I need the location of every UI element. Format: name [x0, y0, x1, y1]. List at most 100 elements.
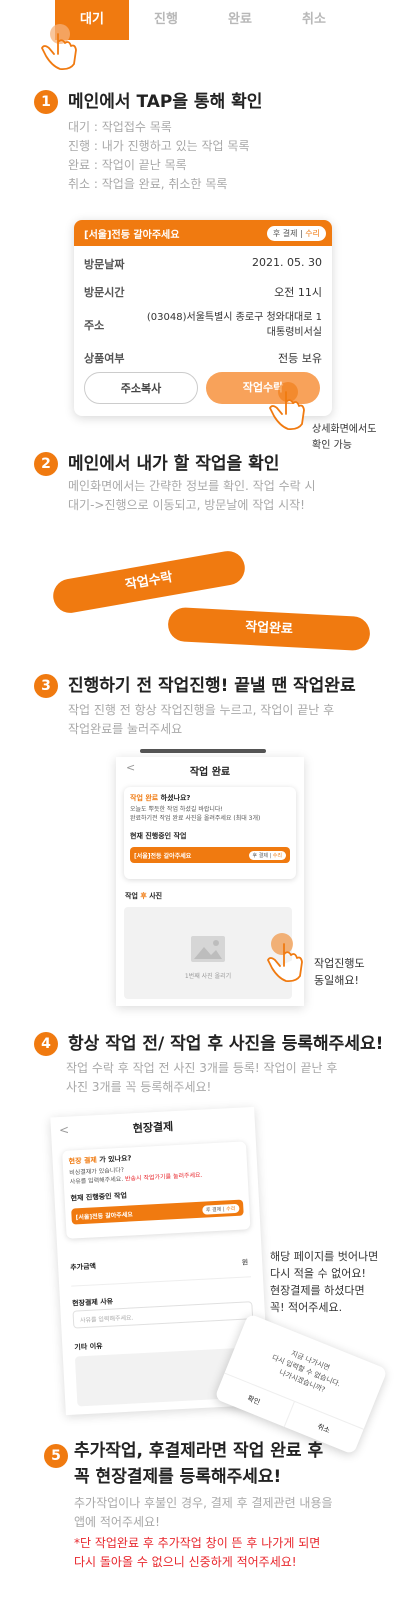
- complete-subtext: 오늘도 뿌듯한 작업 하셨길 바랍니다!: [130, 806, 223, 813]
- tab-cancel[interactable]: 취소: [277, 0, 351, 40]
- row-value: 2021. 05. 30: [252, 256, 322, 269]
- current-job-bar[interactable]: [서울]전등 갈아주세요 후 결제 | 수리: [130, 847, 290, 863]
- tap-hand-icon: [266, 933, 303, 983]
- complete-subtext: 완료하기전 작업 완료 사진을 올려주세요 (최대 3개): [130, 815, 261, 822]
- label-part: 작업: [125, 892, 141, 900]
- payment-info-card: 현장 결제 가 있나요? 비싱결재가 있습니다? 사유를 입력해주세요. 반송시…: [62, 1141, 251, 1239]
- step-4-heading: 4 항상 작업 전/ 작업 후 사진을 등록해주세요!: [34, 1032, 383, 1056]
- address-line: (03048)서울특별시 종로구 청와대대로 1: [146, 312, 322, 323]
- complete-pill: 작업완료: [167, 606, 371, 652]
- screen4-note: 해당 페이지를 벗어나면 다시 적을 수 없어요! 현장결제를 하셨다면 꼭! …: [270, 1248, 378, 1316]
- row-value: 오전 11시: [274, 286, 322, 299]
- tap-hand-icon: [40, 24, 77, 71]
- device-notch: [140, 749, 266, 753]
- step-title: 항상 작업 전/ 작업 후 사진을 등록해주세요!: [68, 1034, 384, 1054]
- badge-payment: 후 결제: [205, 1206, 222, 1214]
- note-line: 확인 가능: [312, 440, 352, 451]
- note-line: 꼭! 적어주세요.: [270, 1301, 343, 1314]
- desc-line: 대기->진행으로 이동되고, 방문날에 작업 시작!: [68, 498, 305, 512]
- current-job-label: 현재 진행중인 작업: [130, 832, 187, 840]
- after-photo-label: 작업 후 사진: [125, 891, 162, 901]
- current-job-bar[interactable]: [서울]전등 갈아주세요 후 결제 | 수리: [71, 1199, 244, 1225]
- row-label: 주소: [84, 319, 105, 332]
- job-card-header: [서울]전등 갈아주세요 후 결제 | 수리: [74, 220, 332, 246]
- step-number: 2: [34, 452, 58, 476]
- badge-type: 수리: [305, 228, 320, 238]
- tab-complete[interactable]: 완료: [203, 0, 277, 40]
- current-job-title: [서울]전등 갈아주세요: [75, 1210, 133, 1221]
- complete-info-card: 작업 완료 하셨나요? 오늘도 뿌듯한 작업 하셨길 바랍니다! 완료하기전 작…: [124, 787, 296, 879]
- screen-title: 작업 완료: [189, 767, 231, 778]
- current-job-title: [서울]전등 갈아주세요: [134, 852, 192, 860]
- tap-hand-icon: [268, 382, 305, 431]
- row-value: (03048)서울특별시 종로구 청와대대로 1 대통령비서실: [147, 310, 322, 340]
- warning-line: *단 작업완료 후 추가작업 창이 뜬 후 나가게 되면: [74, 1536, 321, 1550]
- question-rest: 가 있나요?: [96, 1154, 132, 1165]
- badge-type: 수리: [272, 852, 282, 859]
- note-line: 현장결제를 하셨다면: [270, 1284, 365, 1297]
- subtext-warning: 반송시 작업가기를 눌러주세요.: [124, 1171, 203, 1183]
- note-line: 동일해요!: [314, 974, 359, 987]
- desc-line: 메인화면에서는 간략한 정보를 확인. 작업 수락 시: [68, 479, 316, 493]
- address-row: 주소 (03048)서울특별시 종로구 청와대대로 1 대통령비서실: [74, 310, 332, 340]
- step-2-description: 메인화면에서는 간략한 정보를 확인. 작업 수락 시 대기->진행으로 이동되…: [68, 477, 316, 515]
- desc-line: 진행 : 내가 진행하고 있는 작업 목록: [68, 139, 250, 153]
- step-1-heading: 1 메인에서 TAP을 통해 확인: [34, 90, 262, 114]
- step-5-title: 추가작업, 후결제라면 작업 완료 후 꼭 현장결제를 등록해주세요!: [74, 1438, 323, 1490]
- step-5-description: 추가작업이나 후불인 경우, 결제 후 결제관련 내용을 앱에 적어주세요! *…: [74, 1494, 333, 1572]
- step-title-line: 추가작업, 후결제라면 작업 완료 후: [74, 1441, 324, 1461]
- payment-badge: 후 결제 | 수리: [201, 1203, 240, 1215]
- step-3-description: 작업 진행 전 항상 작업진행을 누르고, 작업이 끝난 후 작업완료를 눌러주…: [68, 701, 334, 739]
- badge-payment: 후 결제: [272, 228, 298, 238]
- status-tabs: 대기 진행 완료 취소: [55, 0, 375, 40]
- step-title: 메인에서 TAP을 통해 확인: [68, 92, 263, 112]
- note-line: 해당 페이지를 벗어나면: [270, 1250, 379, 1263]
- visit-date-row: 방문날짜 2021. 05. 30: [74, 256, 332, 272]
- step-3-heading: 3 진행하기 전 작업진행! 끝낼 땐 작업완료: [34, 674, 356, 698]
- note-line: 작업진행도: [314, 957, 365, 970]
- desc-line: 취소 : 작업을 완료, 취소한 목록: [68, 177, 228, 191]
- step-number: 3: [34, 674, 58, 698]
- step-title: 진행하기 전 작업진행! 끝낼 땐 작업완료: [68, 676, 356, 696]
- dialog-confirm-button[interactable]: 확인: [214, 1373, 295, 1427]
- row-value: 전등 보유: [278, 352, 322, 365]
- step-title-line: 꼭 현장결제를 등록해주세요!: [74, 1467, 282, 1487]
- row-label: 방문시간: [84, 286, 125, 299]
- desc-line: 작업 진행 전 항상 작업진행을 누르고, 작업이 끝난 후: [68, 703, 335, 717]
- screen-title: 현장결제: [132, 1120, 174, 1136]
- job-title: [서울]전등 갈아주세요: [84, 229, 180, 241]
- note-line: 상세화면에서도: [312, 424, 377, 435]
- address-line: 대통령비서실: [266, 327, 322, 338]
- leave-confirm-dialog: 지금 나가시면 다시 입력할 수 없습니다. 나가시겠습니까? 확인 취소: [214, 1313, 388, 1455]
- note-line: 다시 적을 수 없어요!: [270, 1267, 366, 1280]
- row-label: 상품여부: [84, 352, 125, 365]
- badge-payment: 후 결제: [252, 852, 268, 859]
- question-highlight: 현장 결제: [68, 1156, 98, 1166]
- desc-line: 추가작업이나 후불인 경우, 결제 후 결제관련 내용을: [74, 1496, 333, 1510]
- label-part: 사진: [146, 892, 163, 900]
- copy-address-button[interactable]: 주소복사: [84, 372, 198, 404]
- desc-line: 대기 : 작업접수 목록: [68, 120, 172, 134]
- product-row: 상품여부 전등 보유: [74, 350, 332, 366]
- payment-badge: 후 결제 | 수리: [266, 225, 326, 241]
- step-number: 4: [34, 1032, 58, 1056]
- step-4-description: 작업 수락 후 작업 전 사진 3개를 등록! 작업이 끝난 후 사진 3개를 …: [66, 1059, 337, 1097]
- complete-question: 작업 완료 하셨나요?: [130, 793, 290, 803]
- question-highlight: 작업 완료: [130, 794, 159, 802]
- desc-line: 완료 : 작업이 끝난 목록: [68, 158, 187, 172]
- step-5-number: 5: [44, 1444, 68, 1468]
- tab-in-progress[interactable]: 진행: [129, 0, 203, 40]
- field-label: 추가금액: [70, 1262, 97, 1272]
- warning-line: 다시 돌아올 수 없으니 신중하게 적어주세요!: [74, 1555, 297, 1569]
- desc-line: 작업 수락 후 작업 전 사진 3개를 등록! 작업이 끝난 후: [66, 1061, 338, 1075]
- currency-unit: 원: [241, 1258, 249, 1267]
- step-2-heading: 2 메인에서 내가 할 작업을 확인: [34, 452, 279, 476]
- desc-line: 사진 3개를 꼭 등록해주세요!: [66, 1080, 212, 1094]
- step-number: 1: [34, 90, 58, 114]
- desc-line: 앱에 적어주세요!: [74, 1515, 160, 1529]
- screen-header: < 작업 완료: [116, 757, 304, 783]
- step-number: 5: [44, 1444, 68, 1468]
- screen-header: < 현장결제: [50, 1107, 255, 1144]
- additional-amount-field[interactable]: 추가금액 원: [69, 1245, 251, 1287]
- visit-time-row: 방문시간 오전 11시: [74, 284, 332, 300]
